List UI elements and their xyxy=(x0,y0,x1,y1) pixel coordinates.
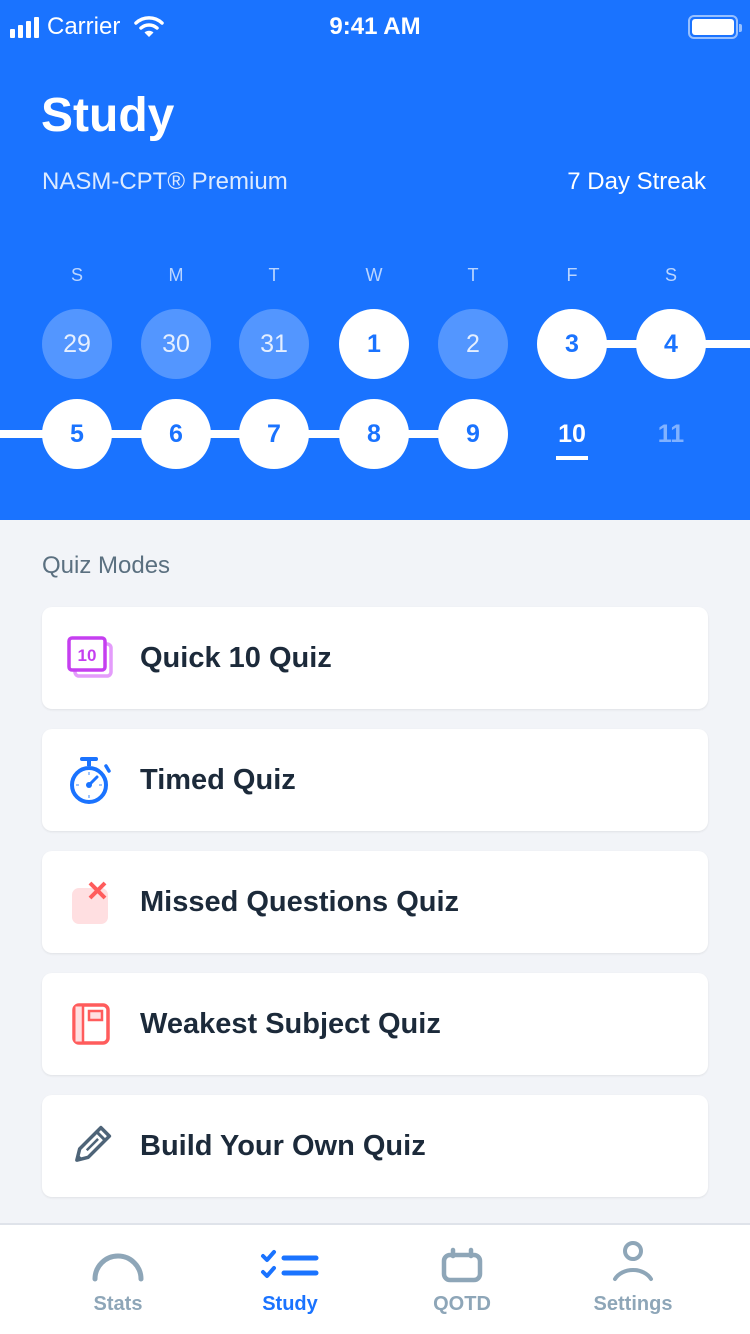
weekday-label: S xyxy=(664,265,677,285)
quiz-modes-heading: Quiz Modes xyxy=(42,552,171,579)
build-your-own-quiz-button[interactable]: Build Your Own Quiz xyxy=(42,1095,708,1197)
calendar-day[interactable]: 1 xyxy=(339,309,409,379)
quick-10-icon-text: 10 xyxy=(78,646,97,665)
calendar-day[interactable]: 7 xyxy=(239,399,309,469)
streak-calendar: S M T W T F S 29 30 31 1 2 3 4 5 6 7 8 9… xyxy=(0,255,750,485)
status-bar: Carrier 9:41 AM xyxy=(0,0,750,56)
weakest-subject-quiz-button[interactable]: Weakest Subject Quiz xyxy=(42,973,708,1075)
calendar-day[interactable]: 5 xyxy=(42,399,112,469)
tab-label: Stats xyxy=(93,1293,143,1315)
calendar-day[interactable]: 6 xyxy=(141,399,211,469)
weekday-label: M xyxy=(168,265,184,285)
tab-label: QOTD xyxy=(433,1293,491,1315)
tab-label: Settings xyxy=(593,1293,673,1315)
tab-study[interactable]: Study xyxy=(215,1225,365,1334)
timed-quiz-button[interactable]: Timed Quiz xyxy=(42,729,708,831)
battery-icon xyxy=(688,15,742,39)
calendar-day[interactable]: 8 xyxy=(339,399,409,469)
tab-settings[interactable]: Settings xyxy=(558,1225,708,1334)
calendar-day[interactable]: 4 xyxy=(636,309,706,379)
notebook-icon xyxy=(42,973,140,1075)
missed-x-icon xyxy=(42,851,140,953)
quiz-mode-label: Timed Quiz xyxy=(140,763,296,796)
calendar-day[interactable]: 9 xyxy=(438,399,508,469)
checklist-icon xyxy=(260,1225,320,1287)
quiz-mode-list: 10 Quick 10 Quiz Timed Quiz Missed Quest… xyxy=(42,607,708,1217)
stopwatch-icon xyxy=(42,729,140,831)
quiz-mode-label: Missed Questions Quiz xyxy=(140,885,460,918)
weekday-label: T xyxy=(268,265,280,285)
calendar-day[interactable]: 11 xyxy=(636,399,706,469)
tab-stats[interactable]: Stats xyxy=(43,1225,193,1334)
tab-qotd[interactable]: QOTD xyxy=(387,1225,537,1334)
status-time: 9:41 AM xyxy=(329,13,421,40)
tab-label: Study xyxy=(262,1293,318,1315)
calendar-day-today[interactable]: 10 xyxy=(537,399,607,469)
gauge-icon xyxy=(91,1225,145,1287)
calendar-day[interactable]: 2 xyxy=(438,309,508,379)
calendar-day[interactable]: 29 xyxy=(42,309,112,379)
streak-label: 7 Day Streak xyxy=(567,168,706,195)
person-icon xyxy=(611,1225,655,1287)
quick-10-quiz-button[interactable]: 10 Quick 10 Quiz xyxy=(42,607,708,709)
course-subtitle: NASM-CPT® Premium xyxy=(42,168,288,195)
calendar-day[interactable]: 30 xyxy=(141,309,211,379)
quiz-mode-label: Weakest Subject Quiz xyxy=(140,1007,441,1040)
missed-questions-quiz-button[interactable]: Missed Questions Quiz xyxy=(42,851,708,953)
quiz-mode-label: Build Your Own Quiz xyxy=(140,1129,426,1162)
weekday-label: W xyxy=(365,265,383,285)
weekday-label: T xyxy=(467,265,479,285)
tab-bar: Stats Study QOTD Settings xyxy=(0,1223,750,1334)
page-title: Study xyxy=(41,89,175,142)
study-header: Carrier 9:41 AM Study NASM-CPT® Premium … xyxy=(0,0,750,520)
quiz-mode-label: Quick 10 Quiz xyxy=(140,641,332,674)
pencil-icon xyxy=(42,1095,140,1197)
weekday-label: S xyxy=(70,265,83,285)
calendar-day[interactable]: 3 xyxy=(537,309,607,379)
weekday-label: F xyxy=(566,265,578,285)
calendar-day[interactable]: 31 xyxy=(239,309,309,379)
calendar-icon xyxy=(441,1225,483,1287)
quick-10-icon: 10 xyxy=(42,607,140,709)
